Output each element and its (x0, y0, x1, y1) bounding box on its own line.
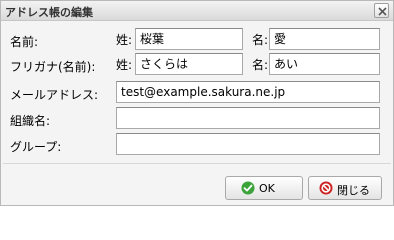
first-name-input[interactable]: 愛 (269, 28, 380, 50)
dialog-title: アドレス帳の編集 (5, 6, 93, 19)
email-label: メールアドレス: (10, 88, 99, 102)
first-furigana-input[interactable]: あい (269, 53, 380, 75)
close-icon (378, 7, 387, 16)
first-name-prefix: 名: (252, 33, 269, 47)
ok-button-label: OK (259, 182, 275, 195)
ok-button[interactable]: OK (225, 176, 303, 200)
close-window-button[interactable] (374, 3, 389, 18)
organization-input[interactable] (116, 107, 380, 129)
close-button-label: 閉じる (337, 184, 370, 197)
group-label: グループ: (10, 140, 62, 154)
group-input[interactable] (116, 133, 380, 155)
name-label: 名前: (10, 35, 39, 49)
address-book-edit-dialog: アドレス帳の編集 名前: 姓: 桜葉 名: 愛 フリガナ(名前): 姓: さくら… (0, 0, 394, 206)
last-furigana-input[interactable]: さくらは (135, 53, 243, 75)
prohibited-icon (319, 181, 333, 195)
first-furigana-prefix: 名: (252, 58, 269, 72)
email-input[interactable]: test@example.sakura.ne.jp (116, 81, 380, 103)
last-name-input[interactable]: 桜葉 (135, 28, 243, 50)
last-name-prefix: 姓: (116, 33, 133, 47)
footer-separator (3, 163, 391, 164)
dialog-titlebar: アドレス帳の編集 (1, 1, 393, 21)
furigana-label: フリガナ(名前): (10, 60, 96, 74)
organization-label: 組織名: (10, 114, 51, 128)
checkmark-icon (241, 181, 255, 195)
last-furigana-prefix: 姓: (116, 58, 133, 72)
close-button[interactable]: 閉じる (308, 176, 382, 200)
